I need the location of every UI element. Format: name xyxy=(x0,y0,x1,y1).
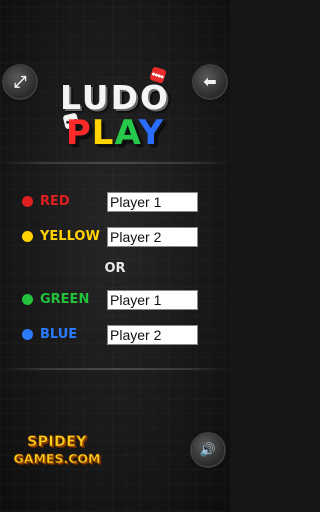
logo-ludo: LUDO xyxy=(59,78,171,117)
green-player-name-input[interactable] xyxy=(107,290,198,310)
color-label-red: RED xyxy=(40,194,70,209)
brand-logo-line1[interactable]: SPIDEY xyxy=(12,434,102,451)
divider xyxy=(0,368,230,370)
brand-logo-line2[interactable]: GAMES.COM xyxy=(12,451,102,467)
green-dot-icon xyxy=(22,294,33,305)
logo-play: PLAY xyxy=(0,113,230,153)
yellow-player-name-input[interactable] xyxy=(107,227,198,247)
red-player-name-input[interactable] xyxy=(107,192,198,212)
logo-letter: P xyxy=(65,113,92,153)
logo-letter: A xyxy=(114,113,139,153)
color-label-blue: BLUE xyxy=(40,327,78,342)
sound-button[interactable]: 🔊 xyxy=(192,434,224,466)
player-row-red: RED xyxy=(0,192,230,212)
color-label-green: GREEN xyxy=(40,292,90,307)
logo-letter: L xyxy=(91,113,115,153)
divider xyxy=(0,162,230,164)
speaker-icon: 🔊 xyxy=(199,442,217,458)
player-row-blue: BLUE xyxy=(0,325,230,345)
blue-player-name-input[interactable] xyxy=(107,325,198,345)
blue-dot-icon xyxy=(22,329,33,340)
player-row-green: GREEN xyxy=(0,290,230,310)
red-dot-icon xyxy=(22,196,33,207)
color-label-yellow: YELLOW xyxy=(40,229,100,244)
player-row-yellow: YELLOW xyxy=(0,227,230,247)
yellow-dot-icon xyxy=(22,231,33,242)
or-separator: OR xyxy=(104,261,126,276)
logo-letter: Y xyxy=(138,113,165,153)
